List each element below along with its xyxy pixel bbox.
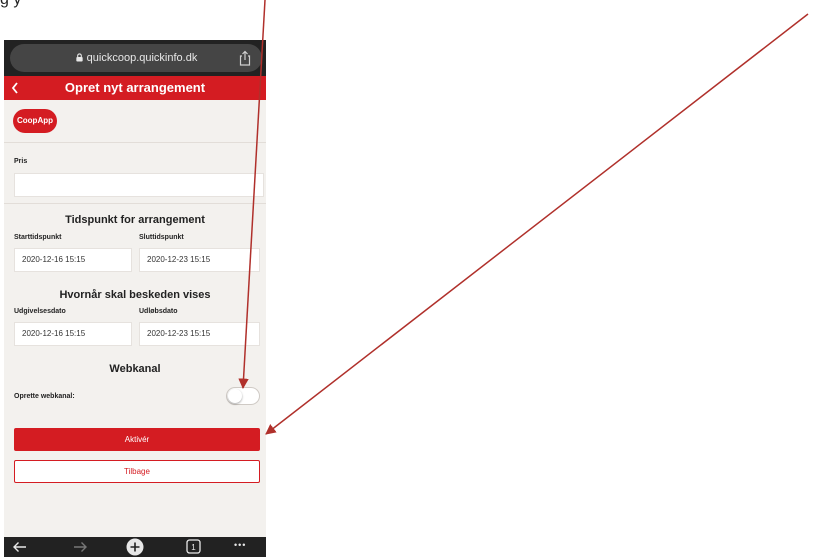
- annotation-arrows: [238, 0, 809, 435]
- annotation-arrow-toggle: [238, 0, 266, 390]
- annotation-arrow-activate: [265, 13, 809, 435]
